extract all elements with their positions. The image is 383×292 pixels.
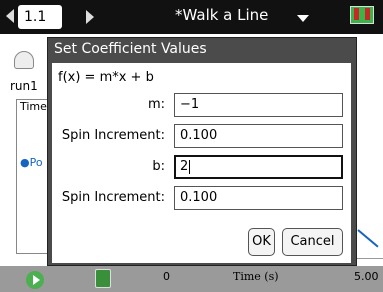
m-spin-increment-label: Spin Increment:	[61, 128, 165, 143]
x-axis-min-label: 0	[163, 270, 170, 283]
b-spin-increment-label: Spin Increment:	[61, 190, 165, 205]
b-input[interactable]: 2	[174, 155, 343, 179]
function-formula: f(x) = m*x + b	[58, 70, 154, 85]
set-coefficient-dialog: Set Coefficient Values f(x) = m*x + b m:…	[47, 37, 357, 266]
tab-right-arrow-icon[interactable]	[86, 10, 94, 24]
b-input-value: 2	[180, 159, 189, 174]
x-axis-max-label: 5.00	[354, 270, 379, 283]
cancel-button[interactable]: Cancel	[282, 228, 343, 256]
text-cursor	[189, 159, 191, 174]
dialog-body: f(x) = m*x + b m: −1 Spin Increment: 0.1…	[52, 63, 351, 263]
data-table-icon[interactable]	[95, 269, 111, 288]
tab-left-arrow-icon[interactable]	[6, 9, 14, 23]
bottom-bar: 0 Time (s) 5.00	[0, 266, 383, 292]
top-bar: 1.1 *Walk a Line	[0, 0, 383, 34]
m-input[interactable]: −1	[174, 93, 343, 117]
column-header-time: Time	[20, 100, 47, 113]
dialog-title: Set Coefficient Values	[54, 41, 207, 57]
m-label: m:	[147, 97, 165, 112]
b-spin-increment-input[interactable]: 0.100	[174, 186, 343, 210]
data-set-label[interactable]: ●Po	[20, 156, 43, 169]
x-axis-title: Time (s)	[233, 270, 279, 283]
document-title[interactable]: *Walk a Line	[175, 6, 268, 24]
battery-icon	[350, 6, 376, 24]
title-menu-caret-icon[interactable]	[297, 15, 309, 22]
ok-button[interactable]: OK	[248, 228, 275, 256]
data-set-text: Po	[29, 156, 43, 169]
page-tab[interactable]: 1.1	[18, 5, 62, 29]
play-icon[interactable]	[26, 271, 44, 289]
gauge-icon[interactable]	[14, 51, 34, 69]
b-label: b:	[152, 159, 165, 174]
m-spin-increment-input[interactable]: 0.100	[174, 124, 343, 148]
